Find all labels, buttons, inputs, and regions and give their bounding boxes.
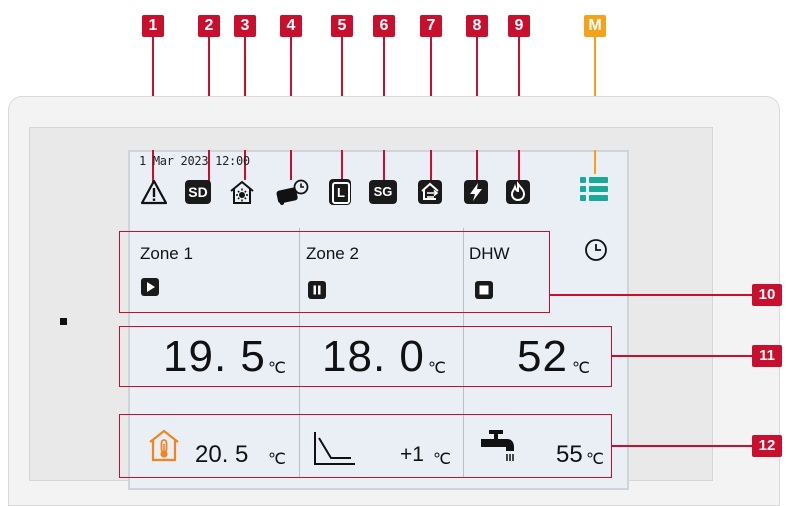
leader-9-screen <box>518 150 520 180</box>
callout-8: 8 <box>466 15 488 37</box>
leader-6-screen <box>383 150 385 180</box>
leader-7-screen <box>430 150 432 180</box>
clock-icon[interactable] <box>583 237 609 263</box>
sd-card-icon[interactable]: SD <box>185 180 211 204</box>
unit-timer-icon[interactable] <box>275 178 309 206</box>
leader-5-screen <box>341 150 343 180</box>
callout-7: 7 <box>420 15 442 37</box>
callout-10: 10 <box>752 284 782 306</box>
house-export-icon[interactable] <box>416 178 444 206</box>
date-time: 1 Mar 2023 12:00 <box>139 154 250 168</box>
callout-1: 1 <box>142 15 164 37</box>
leader-4-screen <box>290 150 292 180</box>
callout-12: 12 <box>752 435 782 457</box>
leader-11 <box>612 355 752 357</box>
warning-icon[interactable] <box>140 178 168 206</box>
sg-icon[interactable]: SG <box>369 180 397 204</box>
bolt-icon[interactable] <box>462 178 490 206</box>
callout-box-10 <box>119 231 550 313</box>
callout-box-12 <box>119 414 612 478</box>
callout-3: 3 <box>234 15 256 37</box>
callout-box-11 <box>119 326 612 387</box>
leader-8-screen <box>476 150 478 180</box>
callout-6: 6 <box>373 15 395 37</box>
flame-icon[interactable] <box>504 178 532 206</box>
leader-10 <box>550 294 752 296</box>
callout-m: M <box>584 15 606 37</box>
callout-5: 5 <box>331 15 353 37</box>
l-mode-icon-frame: L <box>332 182 350 204</box>
leader-m-screen <box>594 150 596 174</box>
l-mode-icon[interactable]: L <box>329 179 351 205</box>
leader-12 <box>612 445 752 447</box>
callout-4: 4 <box>280 15 302 37</box>
callout-2: 2 <box>198 15 220 37</box>
callout-9: 9 <box>508 15 530 37</box>
menu-icon[interactable] <box>578 174 610 204</box>
ambient-sensor <box>60 318 67 325</box>
house-sun-icon[interactable] <box>228 178 256 206</box>
callout-11: 11 <box>752 345 782 367</box>
